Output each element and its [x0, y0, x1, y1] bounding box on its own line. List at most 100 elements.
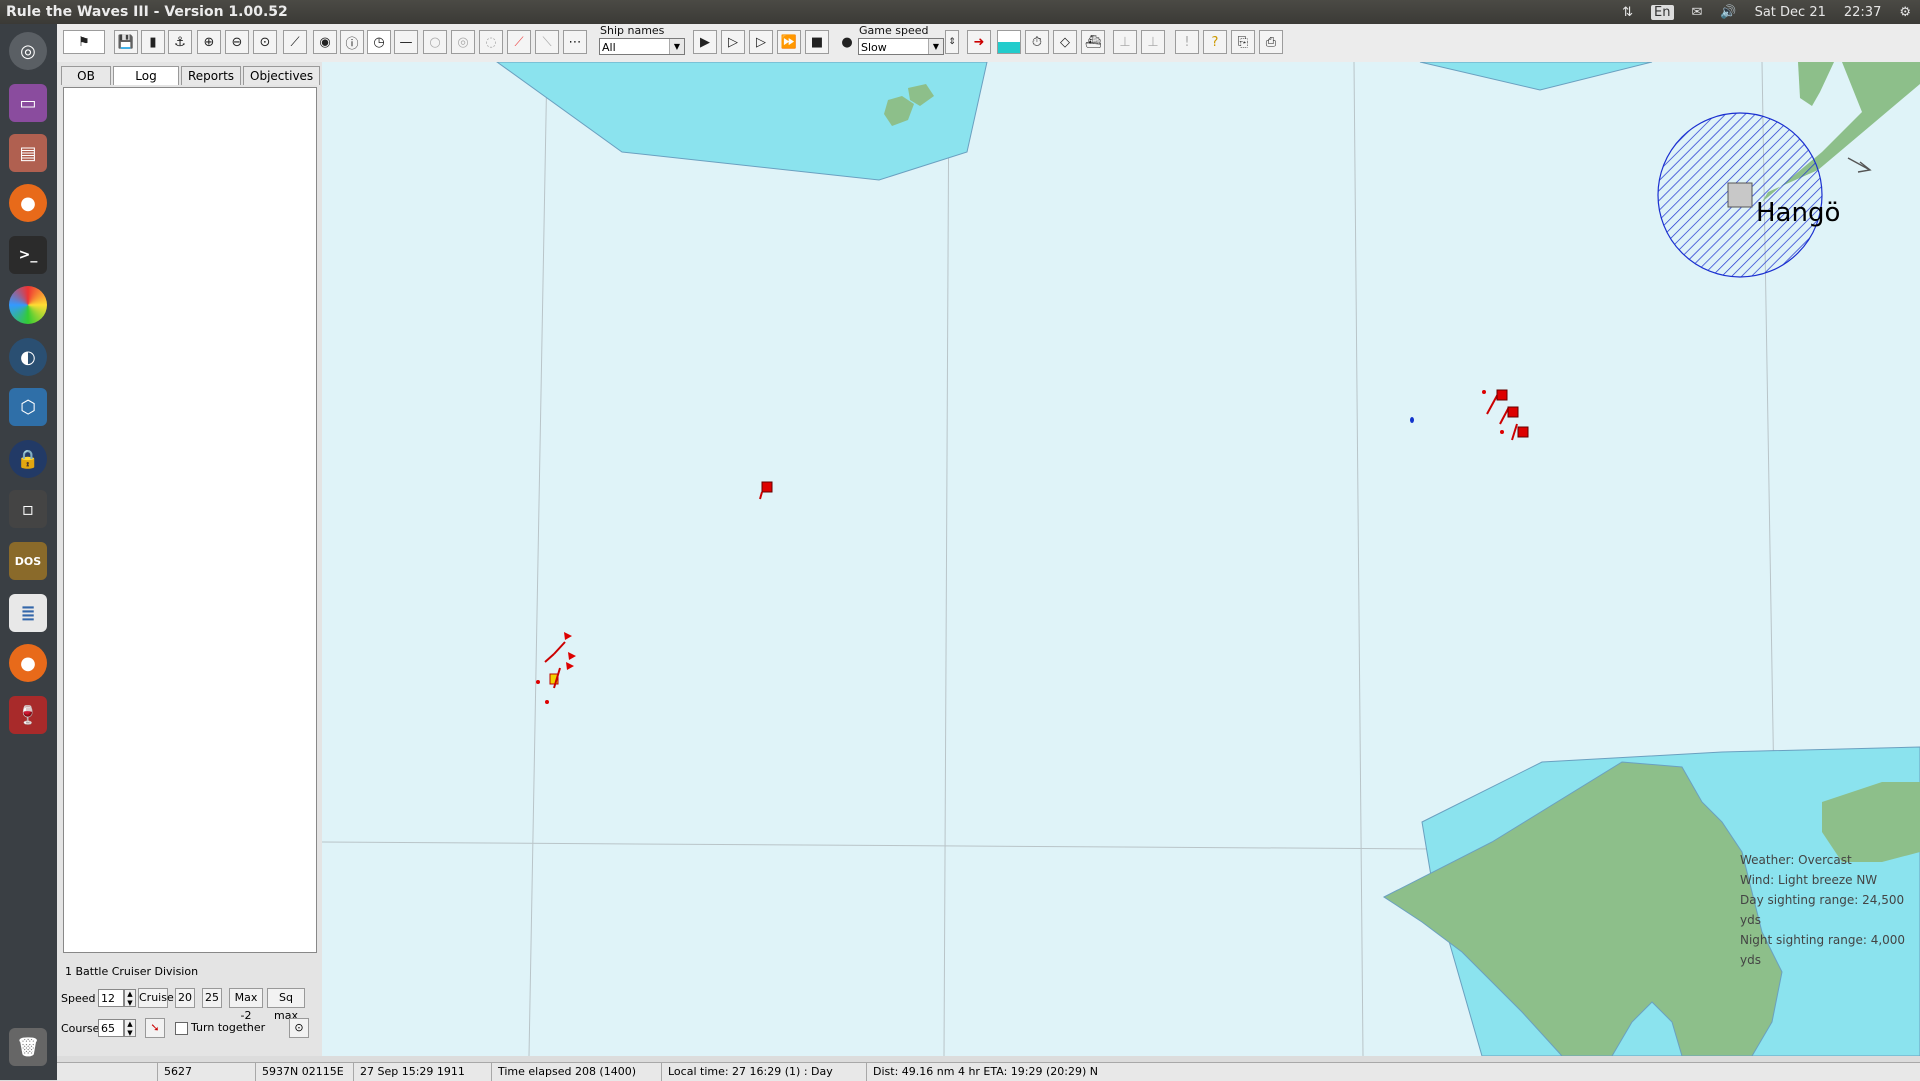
date-label[interactable]: Sat Dec 21 — [1755, 5, 1826, 20]
volume-icon[interactable]: 🔊 — [1720, 5, 1736, 20]
ship-group-southwest[interactable] — [536, 632, 576, 704]
step-icon[interactable]: ▷ — [721, 30, 745, 54]
launcher-item-lock[interactable]: 🔒 — [4, 436, 52, 482]
pause-step-icon[interactable]: ▷ — [749, 30, 773, 54]
line-icon[interactable]: — — [394, 30, 418, 54]
tactical-map[interactable]: Hangö Weather: Overcast Wind: Light bree… — [322, 62, 1920, 1056]
zoom-reset-icon[interactable]: ⊙ — [253, 30, 277, 54]
speed-input[interactable]: 12 — [98, 989, 124, 1007]
launcher-item-dosbox[interactable]: DOS — [4, 538, 52, 584]
ship-icon[interactable]: ⛴ — [1081, 30, 1105, 54]
mail-icon[interactable]: ✉ — [1692, 5, 1703, 20]
ship-names-select[interactable]: All ▼ — [599, 38, 685, 55]
cruise-button[interactable]: Cruise — [138, 988, 174, 1008]
clock-icon[interactable]: ◷ — [367, 30, 391, 54]
launcher-item-virtualbox[interactable]: ⬡ — [4, 384, 52, 430]
play-icon[interactable]: ▶ — [693, 30, 717, 54]
squadron-max-button[interactable]: Sq max — [267, 988, 305, 1022]
tab-objectives[interactable]: Objectives — [243, 66, 321, 85]
measure-icon[interactable]: ⟋ — [283, 30, 307, 54]
ship-group-northeast[interactable] — [1482, 389, 1529, 441]
tab-log[interactable]: Log — [113, 66, 179, 85]
game-speed-select[interactable]: Slow ▼ — [858, 38, 944, 55]
launcher-item-steam[interactable]: ◐ — [4, 334, 52, 380]
course-stepper[interactable]: ▲ ▼ — [124, 1019, 136, 1037]
launcher-item-terminal[interactable]: >_ — [4, 232, 52, 278]
grid-line — [943, 62, 950, 1056]
color-app-icon — [9, 286, 47, 324]
ship-center[interactable] — [759, 481, 773, 500]
max-minus-2-button[interactable]: Max -2 — [229, 988, 263, 1022]
speed-20-button[interactable]: 20 — [175, 988, 195, 1008]
tab-reports[interactable]: Reports — [181, 66, 242, 85]
status-elapsed: Time elapsed 208 (1400) — [491, 1063, 661, 1081]
status-distance: Dist: 49.16 nm 4 hr ETA: 19:29 (20:29) N — [866, 1063, 1920, 1081]
screenshot-icon[interactable]: ⎘ — [1231, 30, 1255, 54]
formation-icon[interactable]: ⊥ — [1113, 30, 1137, 54]
status-local-time: Local time: 27 16:29 (1) : Day — [661, 1063, 866, 1081]
keyboard-layout[interactable]: En — [1651, 4, 1674, 20]
flag-icon[interactable]: ⚑ — [63, 30, 105, 54]
record-icon[interactable]: ● — [835, 30, 859, 54]
help-icon[interactable]: ? — [1203, 30, 1227, 54]
launcher-item-color[interactable] — [4, 282, 52, 328]
turn-together-label: Turn together — [191, 1021, 266, 1034]
info-icon[interactable]: ⓘ — [340, 30, 364, 54]
dash-button[interactable]: ◎ — [4, 28, 52, 74]
port-marker[interactable] — [1727, 182, 1753, 208]
zoom-out-icon[interactable]: ⊖ — [225, 30, 249, 54]
launcher-item-editor[interactable]: ≣ — [4, 590, 52, 636]
print-icon[interactable]: ⎙ — [1259, 30, 1283, 54]
advance-arrow-icon[interactable]: ➜ — [967, 30, 991, 54]
land-hango-north — [1798, 62, 1834, 106]
zoom-in-icon[interactable]: ⊕ — [197, 30, 221, 54]
launcher-item-trash[interactable]: 🗑 — [4, 1024, 52, 1070]
bearing-line-icon[interactable]: ⟋ — [507, 30, 531, 54]
stop-icon[interactable]: ■ — [805, 30, 829, 54]
launcher-item-firefox[interactable]: ● — [4, 180, 52, 226]
clock-label[interactable]: 22:37 — [1844, 5, 1881, 20]
tab-ob[interactable]: OB — [61, 66, 111, 85]
launcher-item-window[interactable]: ▫ — [4, 486, 52, 532]
speed-spinner[interactable]: ⇕ — [945, 30, 959, 54]
speed-25-button[interactable]: 25 — [202, 988, 222, 1008]
speed-stepper[interactable]: ▲ ▼ — [124, 989, 136, 1007]
log-list[interactable] — [63, 87, 317, 953]
friendly-contact[interactable] — [1410, 417, 1414, 423]
turn-together-checkbox[interactable] — [175, 1022, 188, 1035]
shallow-water-northeast — [1419, 62, 1653, 91]
save-icon[interactable]: 💾 — [114, 30, 138, 54]
stopwatch-icon[interactable]: ⏱ — [1025, 30, 1049, 54]
division-label: 1 Battle Cruiser Division — [65, 965, 199, 978]
exit-icon[interactable]: ▮ — [141, 30, 165, 54]
launcher-item-wine[interactable]: 🍷 — [4, 692, 52, 738]
sea-view-icon[interactable] — [997, 30, 1021, 54]
settings-gear-icon[interactable]: ⚙ — [1899, 5, 1911, 20]
launcher: ◎ ▭ ▤ ● >_ ◐ ⬡ 🔒 ▫ DOS ≣ ● 🍷 🗑 — [0, 24, 57, 1080]
fast-forward-icon[interactable]: ⏩ — [777, 30, 801, 54]
launcher-item-app1[interactable]: ▭ — [4, 80, 52, 126]
launcher-item-firefox2[interactable]: ● — [4, 640, 52, 686]
map-canvas[interactable] — [322, 62, 1920, 1056]
terminal-icon: >_ — [9, 236, 47, 274]
eraser-icon[interactable]: ◇ — [1053, 30, 1077, 54]
target-settings-icon[interactable]: ⊙ — [289, 1018, 309, 1038]
network-icon[interactable]: ⇅ — [1622, 5, 1633, 20]
ship-list-icon[interactable]: ⚓ — [168, 30, 192, 54]
shallow-water-north — [496, 62, 988, 181]
range-circle3-icon[interactable]: ◌ — [479, 30, 503, 54]
track-line-icon[interactable]: ⟍ — [535, 30, 559, 54]
course-input[interactable]: 65 — [98, 1019, 124, 1037]
target-icon[interactable]: ◉ — [313, 30, 337, 54]
range-circle2-icon[interactable]: ◎ — [451, 30, 475, 54]
pick-course-icon[interactable]: ➘ — [145, 1018, 165, 1038]
formation2-icon[interactable]: ⊥ — [1141, 30, 1165, 54]
disabled-icon[interactable]: ! — [1175, 30, 1199, 54]
dotted-line-icon[interactable]: ⋯ — [563, 30, 587, 54]
place-label-hango: Hangö — [1756, 198, 1841, 228]
range-circle-icon[interactable]: ○ — [423, 30, 447, 54]
grid-line — [528, 62, 548, 1056]
launcher-item-files[interactable]: ▤ — [4, 130, 52, 176]
status-datetime: 27 Sep 15:29 1911 — [353, 1063, 491, 1081]
system-tray: ⇅ En ✉ 🔊 Sat Dec 21 22:37 ⚙ — [1613, 0, 1920, 24]
